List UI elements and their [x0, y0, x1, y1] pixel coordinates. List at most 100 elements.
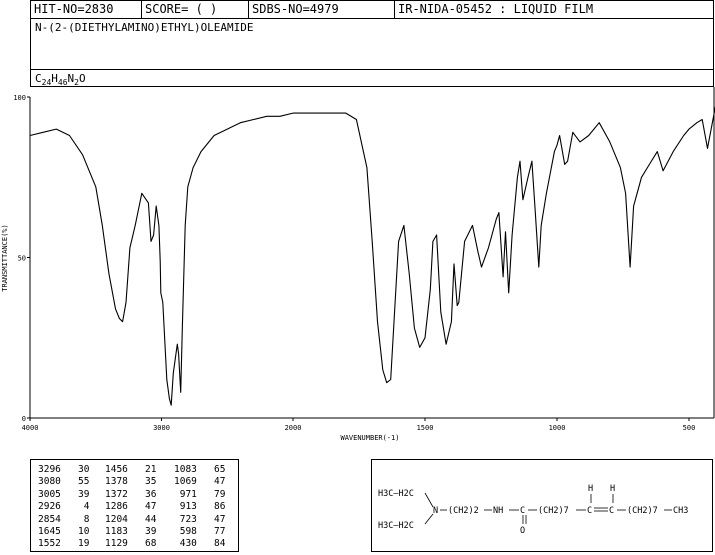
peak-wavenumber: 2854	[38, 513, 61, 525]
peak-column-3: 1083 65 1069 47 971 79 913 86 723 47 598 …	[174, 464, 226, 551]
peak-wavenumber: 1083	[174, 464, 197, 475]
peak-table: 3296 30 3080 55 3005 39 2926 4 2854 8 1645 10…	[30, 459, 239, 552]
peak-transmittance: 68	[127, 538, 157, 550]
peak-transmittance: 39	[60, 488, 90, 500]
peak-row: 2854 8	[38, 514, 90, 526]
peak-column-2: 1456 21 1378 35 1372 36 1286 47 1204 44 1183 …	[105, 464, 157, 551]
alkene-h-2: H	[610, 484, 615, 494]
peak-transmittance: 47	[196, 476, 226, 488]
peak-wavenumber: 1456	[105, 464, 128, 475]
peak-transmittance: 47	[196, 513, 226, 525]
bond-n-upper	[424, 492, 434, 508]
x-tick-label: 4000	[22, 424, 39, 432]
peak-wavenumber: 1552	[38, 538, 61, 550]
peak-row: 971 79	[174, 489, 226, 501]
y-axis-label: TRANSMITTANCE(%)	[1, 224, 9, 291]
x-tick-label: 500	[683, 424, 696, 432]
peak-transmittance: 55	[60, 476, 90, 488]
peak-row: 430 84	[174, 538, 226, 550]
peak-wavenumber: 1378	[105, 476, 128, 488]
x-tick-label: 2000	[285, 424, 302, 432]
peak-row: 1286 47	[105, 501, 157, 513]
structure-diagram: H3C—H2C H3C—H2C N (CH2)2 NH C O (CH2)7 C…	[371, 459, 713, 552]
peak-transmittance: 10	[60, 526, 90, 538]
x-tick-label: 1000	[549, 424, 566, 432]
peak-row: 1645 10	[38, 526, 90, 538]
peak-wavenumber: 3005	[38, 488, 61, 500]
peak-row: 1083 65	[174, 464, 226, 476]
terminal-methyl: CH3	[673, 506, 688, 516]
bond-n-lower	[424, 513, 434, 525]
peak-row: 1204 44	[105, 514, 157, 526]
peak-wavenumber: 1204	[105, 513, 128, 525]
peak-wavenumber: 1183	[105, 526, 128, 538]
x-axis-label: WAVENUMBER(-1)	[340, 434, 399, 442]
alkene-h-1: H	[588, 484, 593, 494]
peak-row: 1372 36	[105, 489, 157, 501]
peak-row: 1183 39	[105, 526, 157, 538]
peak-transmittance: 30	[60, 464, 90, 475]
heptyl-chain-2: (CH2)7	[627, 506, 658, 516]
alkene-carbon-1: C	[587, 506, 592, 516]
y-tick-label: 0	[22, 415, 26, 423]
nitrogen-atom: N	[433, 506, 438, 516]
peak-transmittance: 39	[127, 526, 157, 538]
peak-wavenumber: 723	[174, 513, 197, 525]
peak-row: 1378 35	[105, 476, 157, 488]
peak-row: 3296 30	[38, 464, 90, 476]
x-axis-ticks: 4000 3000 2000 1500 1000 500	[22, 418, 696, 432]
peak-transmittance: 8	[60, 513, 90, 525]
peak-transmittance: 79	[196, 488, 226, 500]
peak-row: 3005 39	[38, 489, 90, 501]
alkene-carbon-2: C	[609, 506, 614, 516]
structure-svg: H3C—H2C H3C—H2C N (CH2)2 NH C O (CH2)7 C…	[378, 484, 688, 536]
peak-row: 3080 55	[38, 476, 90, 488]
peak-transmittance: 4	[60, 501, 90, 513]
peak-transmittance: 86	[196, 501, 226, 513]
x-tick-label: 1500	[417, 424, 434, 432]
peak-row: 598 77	[174, 526, 226, 538]
peak-wavenumber: 971	[174, 488, 197, 500]
peak-row: 1456 21	[105, 464, 157, 476]
peak-row: 2926 4	[38, 501, 90, 513]
amide-nh: NH	[493, 506, 503, 516]
peak-wavenumber: 1129	[105, 538, 128, 550]
peak-row: 1552 19	[38, 538, 90, 550]
y-axis-ticks: 100 50 0	[13, 94, 30, 423]
peak-row: 913 86	[174, 501, 226, 513]
y-tick-label: 50	[18, 255, 26, 263]
peak-wavenumber: 3296	[38, 464, 61, 475]
peak-wavenumber: 913	[174, 501, 197, 513]
ethyl-group-1: H3C—H2C	[378, 489, 414, 499]
heptyl-chain-1: (CH2)7	[538, 506, 569, 516]
peak-transmittance: 65	[196, 464, 226, 475]
peak-row: 723 47	[174, 514, 226, 526]
peak-transmittance: 77	[196, 526, 226, 538]
carbonyl-oxygen: O	[520, 526, 525, 536]
peak-wavenumber: 430	[174, 538, 197, 550]
ethylene-chain: (CH2)2	[448, 506, 479, 516]
spectrum-line	[29, 106, 715, 406]
peak-wavenumber: 1372	[105, 488, 128, 500]
peak-wavenumber: 1069	[174, 476, 197, 488]
peak-wavenumber: 598	[174, 526, 197, 538]
peak-transmittance: 47	[127, 501, 157, 513]
ir-spectrum-chart: 100500 4000 3000 2000 1500 1000 500 WAVENUMBE…	[1, 87, 715, 442]
peak-row: 1069 47	[174, 476, 226, 488]
ethyl-group-2: H3C—H2C	[378, 521, 414, 531]
peak-row: 1129 68	[105, 538, 157, 550]
peak-transmittance: 35	[127, 476, 157, 488]
peak-transmittance: 44	[127, 513, 157, 525]
peak-wavenumber: 2926	[38, 501, 61, 513]
peak-wavenumber: 1286	[105, 501, 128, 513]
peak-transmittance: 36	[127, 488, 157, 500]
peak-transmittance: 84	[196, 538, 226, 550]
x-tick-label: 3000	[153, 424, 170, 432]
peak-transmittance: 21	[127, 464, 157, 475]
carbonyl-carbon: C	[520, 506, 525, 516]
spectrum-series	[29, 106, 715, 406]
peak-wavenumber: 1645	[38, 526, 61, 538]
y-tick-label: 100	[13, 94, 26, 102]
peak-column-1: 3296 30 3080 55 3005 39 2926 4 2854 8 1645 10…	[38, 464, 90, 551]
peak-wavenumber: 3080	[38, 476, 61, 488]
